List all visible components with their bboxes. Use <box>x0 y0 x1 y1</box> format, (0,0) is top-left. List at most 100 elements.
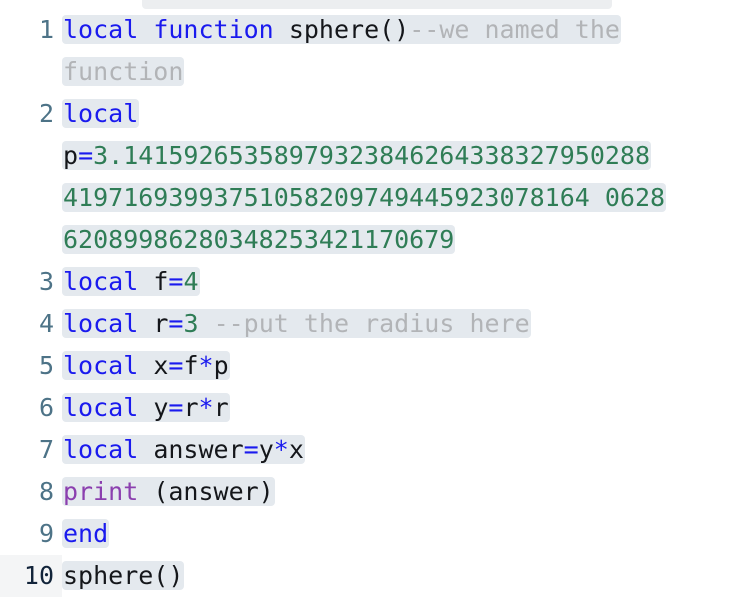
selection-highlight: 62089986280348253421170679 <box>62 225 456 254</box>
line-number: 1 <box>38 15 54 44</box>
code-token-kw: end <box>63 519 109 548</box>
selection-highlight: print (answer) <box>62 477 275 506</box>
code-token-id <box>138 309 153 338</box>
line-number-blank <box>0 177 62 219</box>
code-line-content[interactable]: end <box>62 513 750 555</box>
code-token-op: = <box>168 351 184 380</box>
code-token-id: sphere() <box>63 561 184 590</box>
code-token-id: x <box>288 435 304 464</box>
code-token-id: f <box>153 267 169 296</box>
code-line-content[interactable]: 62089986280348253421170679 <box>62 219 750 261</box>
line-number: 2 <box>38 99 54 128</box>
line-number: 7 <box>38 435 54 464</box>
code-token-op: * <box>198 351 214 380</box>
line-number: 5 <box>38 351 54 380</box>
code-token-com: --put the radius here <box>198 309 530 338</box>
code-token-fn: print <box>63 477 139 506</box>
selection-highlight: p=3.14159265358979323846264338327950288 <box>62 141 652 170</box>
code-line-content[interactable]: function <box>62 51 750 93</box>
code-line-content[interactable]: local answer=y*x <box>62 429 750 471</box>
code-line-content[interactable]: local function sphere()--we named the <box>62 9 750 51</box>
code-token-id: f <box>183 351 199 380</box>
selection-highlight: local y=r*r <box>62 393 230 422</box>
code-token-op: = <box>168 309 184 338</box>
line-number: 9 <box>38 519 54 548</box>
selection-highlight: local f=4 <box>62 267 200 296</box>
code-token-id: r <box>213 393 229 422</box>
code-line-row[interactable]: 9 end <box>0 513 750 555</box>
code-token-num: 3 <box>183 309 199 338</box>
line-number-blank <box>0 219 62 261</box>
code-line-content[interactable]: local x=f*p <box>62 345 750 387</box>
line-number-blank <box>0 135 62 177</box>
code-token-id <box>138 435 153 464</box>
selection-highlight: local function sphere()--we named the <box>62 15 621 44</box>
code-line-content[interactable]: 41971693993751058209749445923078164 0628 <box>62 177 750 219</box>
code-line-content[interactable]: local r=3 --put the radius here <box>62 303 750 345</box>
code-line-content[interactable]: local y=r*r <box>62 387 750 429</box>
code-editor[interactable]: 1 local function sphere()--we named the f… <box>0 0 750 604</box>
code-token-kw: local <box>63 99 139 128</box>
code-token-kw: local <box>63 267 139 296</box>
code-token-com: function <box>63 57 184 86</box>
code-line-content[interactable]: local f=4 <box>62 261 750 303</box>
code-token-kw: local <box>63 351 139 380</box>
code-token-id: x <box>153 351 169 380</box>
line-number-blank <box>0 51 62 93</box>
selection-highlight: sphere() <box>62 561 185 590</box>
code-line-content[interactable]: local <box>62 93 750 135</box>
code-line-row[interactable]: 5 local x=f*p <box>0 345 750 387</box>
code-token-id <box>274 15 289 44</box>
code-lines-container[interactable]: 1 local function sphere()--we named the f… <box>0 9 750 597</box>
code-line-row[interactable]: function <box>0 51 750 93</box>
line-number: 8 <box>38 477 54 506</box>
code-token-num: 62089986280348253421170679 <box>63 225 455 254</box>
code-line-content[interactable]: p=3.14159265358979323846264338327950288 <box>62 135 750 177</box>
code-token-kw: local <box>63 15 139 44</box>
code-token-id <box>138 15 153 44</box>
code-token-com: --we named the <box>409 15 620 44</box>
code-token-op: * <box>198 393 214 422</box>
selection-highlight: local answer=y*x <box>62 435 305 464</box>
code-token-kw: function <box>153 15 274 44</box>
code-token-id: y <box>258 435 274 464</box>
code-token-num: 4 <box>183 267 199 296</box>
code-token-id: p <box>213 351 229 380</box>
line-number: 10 <box>0 555 62 597</box>
code-line-row[interactable]: 6 local y=r*r <box>0 387 750 429</box>
code-token-id <box>138 351 153 380</box>
code-token-id <box>138 267 153 296</box>
code-token-id: answer <box>153 435 244 464</box>
code-token-op: * <box>273 435 289 464</box>
selection-highlight: end <box>62 519 110 548</box>
code-token-op: = <box>78 141 94 170</box>
code-token-id: r <box>153 309 169 338</box>
code-line-row[interactable]: 1 local function sphere()--we named the <box>0 9 750 51</box>
code-line-row[interactable]: 4 local r=3 --put the radius here <box>0 303 750 345</box>
code-token-id: sphere() <box>288 15 410 44</box>
line-number: 3 <box>38 267 54 296</box>
code-token-id: y <box>153 393 169 422</box>
code-token-kw: local <box>63 393 139 422</box>
code-token-op: = <box>168 393 184 422</box>
selection-highlight: function <box>62 57 185 86</box>
code-line-row[interactable]: p=3.14159265358979323846264338327950288 <box>0 135 750 177</box>
line-number: 4 <box>38 309 54 338</box>
code-token-id: p <box>63 141 79 170</box>
code-line-row[interactable]: 10 sphere() <box>0 555 750 597</box>
code-line-row[interactable]: 7 local answer=y*x <box>0 429 750 471</box>
selection-highlight: local r=3 --put the radius here <box>62 309 531 338</box>
code-token-kw: local <box>63 309 139 338</box>
code-line-content[interactable]: print (answer) <box>62 471 750 513</box>
code-line-row[interactable]: 62089986280348253421170679 <box>0 219 750 261</box>
code-line-row[interactable]: 8 print (answer) <box>0 471 750 513</box>
code-line-row[interactable]: 2 local <box>0 93 750 135</box>
code-line-content[interactable]: sphere() <box>62 555 750 597</box>
selection-highlight: 41971693993751058209749445923078164 0628 <box>62 183 667 212</box>
code-line-row[interactable]: 41971693993751058209749445923078164 0628 <box>0 177 750 219</box>
code-token-id: (answer) <box>138 477 274 506</box>
code-line-row[interactable]: 3 local f=4 <box>0 261 750 303</box>
code-token-kw: local <box>63 435 139 464</box>
line-number: 6 <box>38 393 54 422</box>
selection-highlight: local x=f*p <box>62 351 230 380</box>
